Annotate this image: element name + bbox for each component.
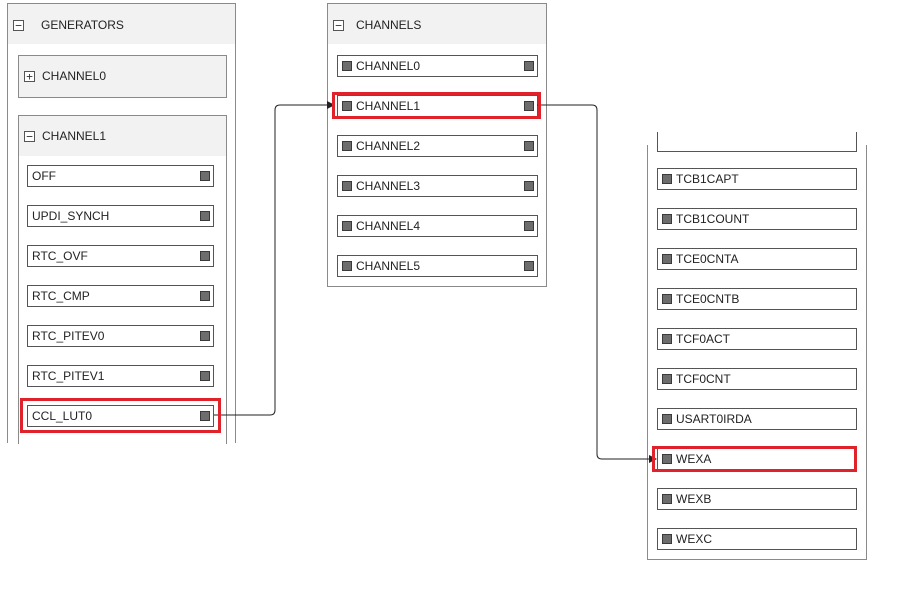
wire-channel1-to-wexa [537, 104, 657, 463]
wire-ccl-lut0-to-channel1 [214, 101, 335, 416]
connection-wires [214, 101, 657, 463]
